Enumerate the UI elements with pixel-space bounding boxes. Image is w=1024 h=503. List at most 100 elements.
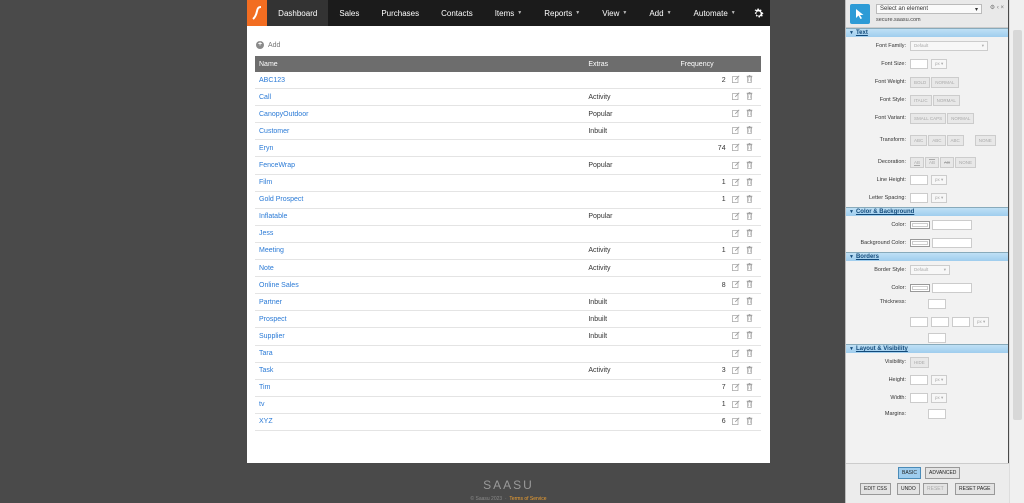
trash-icon[interactable] (746, 126, 753, 136)
height-input[interactable] (910, 375, 928, 385)
nav-item-add[interactable]: Add ▼ (638, 0, 682, 26)
thickness-bottom-input[interactable] (928, 332, 946, 343)
width-input[interactable] (910, 393, 928, 403)
edit-icon[interactable] (731, 366, 740, 376)
collapse-icon[interactable]: ‹ (997, 5, 999, 11)
trash-icon[interactable] (746, 297, 753, 307)
small-caps-button[interactable]: SMALL CAPS (910, 112, 947, 124)
edit-icon[interactable] (731, 178, 740, 188)
background-color-swatch[interactable] (910, 239, 930, 247)
tag-name-link[interactable]: Tara (259, 350, 273, 357)
tag-name-link[interactable]: Customer (259, 128, 289, 135)
column-header-extras[interactable]: Extras (588, 61, 676, 68)
trash-icon[interactable] (746, 280, 753, 290)
trash-icon[interactable] (746, 382, 753, 393)
line-height-unit-select[interactable]: px ▾ (931, 175, 948, 185)
section-text[interactable]: ▼ Text (846, 28, 1008, 37)
edit-icon[interactable] (731, 383, 740, 393)
tag-name-link[interactable]: Meeting (259, 247, 284, 254)
advanced-mode-button[interactable]: ADVANCED (925, 467, 961, 479)
edit-icon[interactable] (731, 212, 740, 222)
tag-name-link[interactable]: Inflatable (259, 213, 287, 220)
nav-item-items[interactable]: Items ▼ (484, 0, 534, 26)
tag-name-link[interactable]: Prospect (259, 316, 287, 323)
trash-icon[interactable] (746, 365, 753, 376)
edit-icon[interactable] (731, 400, 740, 410)
strikethrough-button[interactable]: AB (940, 156, 955, 168)
element-select[interactable]: Select an element ▾ (876, 4, 982, 14)
basic-mode-button[interactable]: BASIC (898, 467, 922, 479)
settings-icon[interactable]: ⚙ (990, 5, 995, 11)
tag-name-link[interactable]: Note (259, 265, 274, 272)
element-picker-icon[interactable] (850, 4, 870, 24)
bold-button[interactable]: BOLD (910, 76, 931, 88)
trash-icon[interactable] (746, 109, 753, 119)
undo-button[interactable]: UNDO (897, 483, 920, 495)
edit-icon[interactable] (731, 143, 740, 153)
tag-name-link[interactable]: Tim (259, 384, 270, 391)
edit-icon[interactable] (731, 246, 740, 256)
font-family-select[interactable]: Default ▾ (910, 41, 988, 51)
tag-name-link[interactable]: Eryn (259, 145, 273, 152)
font-size-input[interactable] (910, 59, 928, 69)
trash-icon[interactable] (746, 75, 753, 85)
uppercase-button[interactable]: ABC (910, 134, 928, 146)
tag-name-link[interactable]: Call (259, 94, 271, 101)
thickness-unit-select[interactable]: px ▾ (973, 317, 990, 327)
edit-icon[interactable] (731, 263, 740, 273)
column-header-frequency[interactable]: Frequency (677, 61, 732, 68)
trash-icon[interactable] (746, 331, 753, 341)
edit-icon[interactable] (731, 229, 740, 239)
trash-icon[interactable] (746, 160, 753, 171)
section-layout-visibility[interactable]: ▼ Layout & Visibility (846, 344, 1008, 353)
edit-icon[interactable] (731, 75, 740, 85)
nav-item-purchases[interactable]: Purchases (370, 0, 430, 26)
edit-icon[interactable] (731, 280, 740, 290)
trash-icon[interactable] (746, 177, 753, 188)
border-color-swatch[interactable] (910, 284, 930, 292)
edit-icon[interactable] (731, 92, 740, 102)
trash-icon[interactable] (746, 245, 753, 256)
letter-spacing-input[interactable] (910, 193, 928, 203)
tag-name-link[interactable]: CanopyOutdoor (259, 111, 308, 118)
thickness-center-input[interactable] (931, 317, 949, 327)
width-unit-select[interactable]: px ▾ (931, 393, 948, 403)
nav-item-view[interactable]: View ▼ (591, 0, 638, 26)
scrollbar-thumb[interactable] (1013, 30, 1022, 420)
trash-icon[interactable] (746, 143, 753, 153)
tag-name-link[interactable]: tv (259, 401, 264, 408)
tag-name-link[interactable]: Task (259, 367, 273, 374)
trash-icon[interactable] (746, 211, 753, 222)
tag-name-link[interactable]: Supplier (259, 333, 285, 340)
nav-item-reports[interactable]: Reports ▼ (533, 0, 591, 26)
trash-icon[interactable] (746, 399, 753, 410)
section-color-background[interactable]: ▼ Color & Background (846, 207, 1008, 216)
line-height-input[interactable] (910, 175, 928, 185)
transform-none-button[interactable]: NONE (974, 134, 996, 146)
gear-icon[interactable] (747, 0, 770, 26)
tag-name-link[interactable]: ABC123 (259, 77, 285, 84)
tag-name-link[interactable]: Film (259, 179, 272, 186)
hide-button[interactable]: HIDE (910, 356, 929, 368)
tag-name-link[interactable]: Online Sales (259, 282, 299, 289)
edit-css-button[interactable]: EDIT CSS (860, 483, 891, 495)
edit-icon[interactable] (731, 331, 740, 341)
thickness-top-input[interactable] (928, 299, 946, 309)
italic-button[interactable]: ITALIC (910, 94, 932, 106)
add-button[interactable]: + Add (256, 41, 280, 49)
tag-name-link[interactable]: FenceWrap (259, 162, 295, 169)
thickness-left-input[interactable] (910, 317, 928, 327)
letter-spacing-unit-select[interactable]: px ▾ (931, 193, 948, 203)
trash-icon[interactable] (746, 92, 753, 102)
edit-icon[interactable] (731, 297, 740, 307)
edit-icon[interactable] (731, 126, 740, 136)
reset-button[interactable]: RESET (923, 483, 948, 495)
tag-name-link[interactable]: Gold Prospect (259, 196, 303, 203)
background-color-input[interactable] (932, 238, 972, 248)
edit-icon[interactable] (731, 161, 740, 171)
edit-icon[interactable] (731, 195, 740, 205)
lowercase-button[interactable]: ABC (946, 134, 964, 146)
height-unit-select[interactable]: px ▾ (931, 375, 948, 385)
section-borders[interactable]: ▼ Borders (846, 252, 1008, 261)
weight-normal-button[interactable]: NORMAL (931, 76, 959, 88)
